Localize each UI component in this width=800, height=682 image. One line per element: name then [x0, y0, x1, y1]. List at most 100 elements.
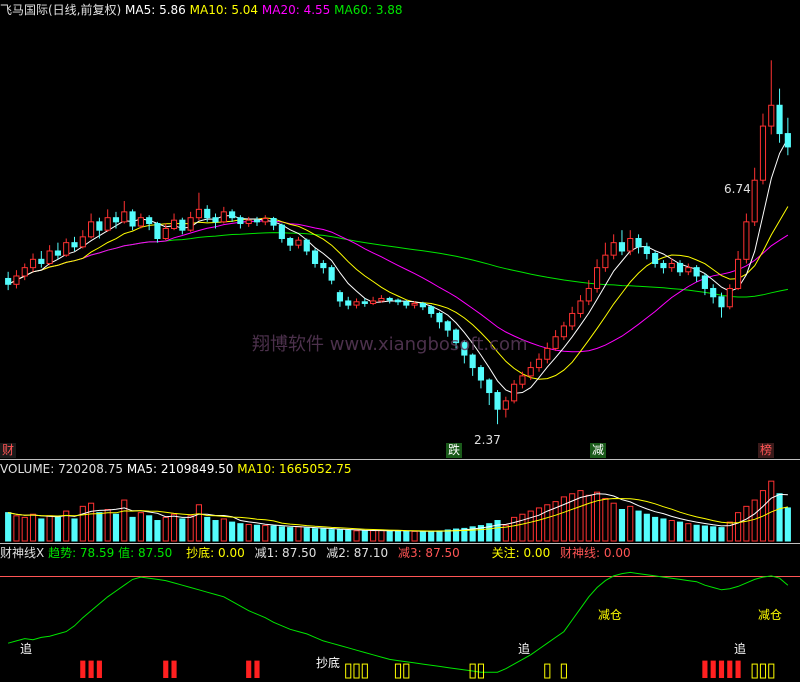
candle-body	[726, 287, 733, 308]
volume-bar	[295, 526, 302, 542]
chase-tag-3: 追	[734, 642, 747, 656]
volume-bar	[104, 509, 111, 542]
volume-bar	[13, 515, 20, 542]
candle-body	[701, 275, 708, 289]
volume-bar	[229, 521, 236, 542]
volume-bar	[643, 513, 650, 542]
signal-bar-red	[702, 660, 708, 678]
candle-body	[104, 217, 111, 231]
candle-body	[394, 299, 402, 303]
volume-bar	[146, 515, 153, 542]
volume-bar	[751, 499, 758, 542]
candle-body	[179, 219, 186, 231]
volume-bar	[718, 527, 725, 542]
candle-body	[170, 219, 178, 230]
volume-bar	[121, 499, 128, 542]
price-header: 飞马国际(日线,前复权) MA5: 5.86 MA10: 5.04 MA20: …	[0, 3, 403, 17]
volume-bar	[444, 529, 451, 542]
volume-bar	[96, 512, 103, 542]
volume-bar	[187, 515, 194, 542]
candle-body	[46, 250, 53, 264]
volume-bar	[179, 518, 186, 542]
volume-bar	[212, 520, 219, 542]
volume-bar	[519, 513, 526, 542]
signal-fall-tag: 跌	[446, 443, 463, 458]
candle-body	[618, 242, 626, 252]
reduce-position-tag-2: 减仓	[758, 608, 783, 622]
volume-bar	[270, 525, 277, 542]
candle-body	[386, 297, 393, 301]
candle-body	[195, 208, 202, 219]
candle-body	[610, 242, 617, 256]
candle-body	[88, 221, 95, 238]
volume-bar	[54, 516, 61, 542]
signal-bar-red	[246, 660, 252, 678]
volume-bar	[237, 523, 244, 542]
candle-body	[652, 252, 659, 264]
security-title: 飞马国际(日线,前复权)	[0, 3, 122, 17]
signal-bar-red	[80, 660, 86, 678]
candle-body	[693, 267, 700, 277]
signal-bar-yellow	[353, 663, 360, 679]
volume-bar	[652, 516, 659, 542]
candle-body	[129, 211, 136, 227]
volume-bar	[195, 504, 202, 542]
volume-bar	[419, 531, 426, 542]
focus-readout: 关注: 0.00	[491, 546, 551, 560]
candle-body	[602, 254, 609, 269]
candle-body	[569, 312, 576, 327]
volume-bar	[403, 530, 410, 542]
candle-body	[278, 224, 285, 240]
volume-readout: VOLUME: 720208.75	[0, 462, 123, 476]
signal-bar-red	[254, 660, 260, 678]
candle-body	[544, 347, 551, 360]
volume-bar	[535, 507, 543, 542]
candle-body	[428, 306, 435, 314]
volume-bar	[668, 520, 675, 542]
volume-bar	[776, 493, 783, 542]
candle-body	[38, 258, 45, 264]
candle-body	[229, 211, 236, 219]
candle-body	[29, 258, 37, 269]
panel-divider-1	[0, 459, 800, 460]
signal-bar-yellow	[394, 663, 402, 679]
volume-bar	[594, 491, 601, 542]
volume-bar	[287, 527, 294, 542]
volume-bar	[743, 505, 750, 542]
candle-body	[295, 239, 302, 246]
candle-body	[444, 321, 451, 331]
candle-body	[112, 217, 120, 223]
volume-header: VOLUME: 720208.75 MA5: 2109849.50 MA10: …	[0, 462, 351, 476]
candle-body	[552, 336, 559, 349]
candle-body	[735, 258, 742, 289]
signal-list-tag: 榜	[758, 443, 775, 458]
signal-bar-yellow	[361, 663, 368, 679]
volume-bar	[262, 525, 269, 542]
candle-body	[519, 375, 526, 385]
ma20-readout: MA20: 4.55	[261, 3, 331, 17]
signal-bar-yellow	[768, 663, 775, 679]
candle-body	[146, 217, 153, 225]
candle-body	[676, 262, 684, 273]
volume-bar	[137, 512, 144, 542]
panel-divider-2	[0, 543, 800, 544]
signal-edge-tag: 财	[0, 443, 17, 458]
candle-body	[154, 223, 161, 239]
ma5-readout: MA5: 5.86	[125, 3, 186, 17]
candle-body	[759, 125, 767, 181]
value-readout: 值: 87.50	[118, 546, 173, 560]
volume-bar	[685, 523, 692, 542]
volume-bar	[129, 516, 136, 542]
volume-bar	[386, 530, 393, 542]
signal-bar-red	[88, 660, 94, 678]
volume-bar	[735, 512, 742, 542]
low-price-label: 2.37	[474, 433, 501, 447]
volume-bar	[21, 516, 28, 542]
candle-body	[718, 296, 725, 308]
candle-body	[121, 211, 128, 223]
candle-body	[436, 312, 443, 323]
volume-bar	[428, 530, 435, 542]
candle-body	[527, 367, 534, 377]
signal-bar-red	[727, 660, 733, 678]
volume-bar	[220, 518, 227, 542]
